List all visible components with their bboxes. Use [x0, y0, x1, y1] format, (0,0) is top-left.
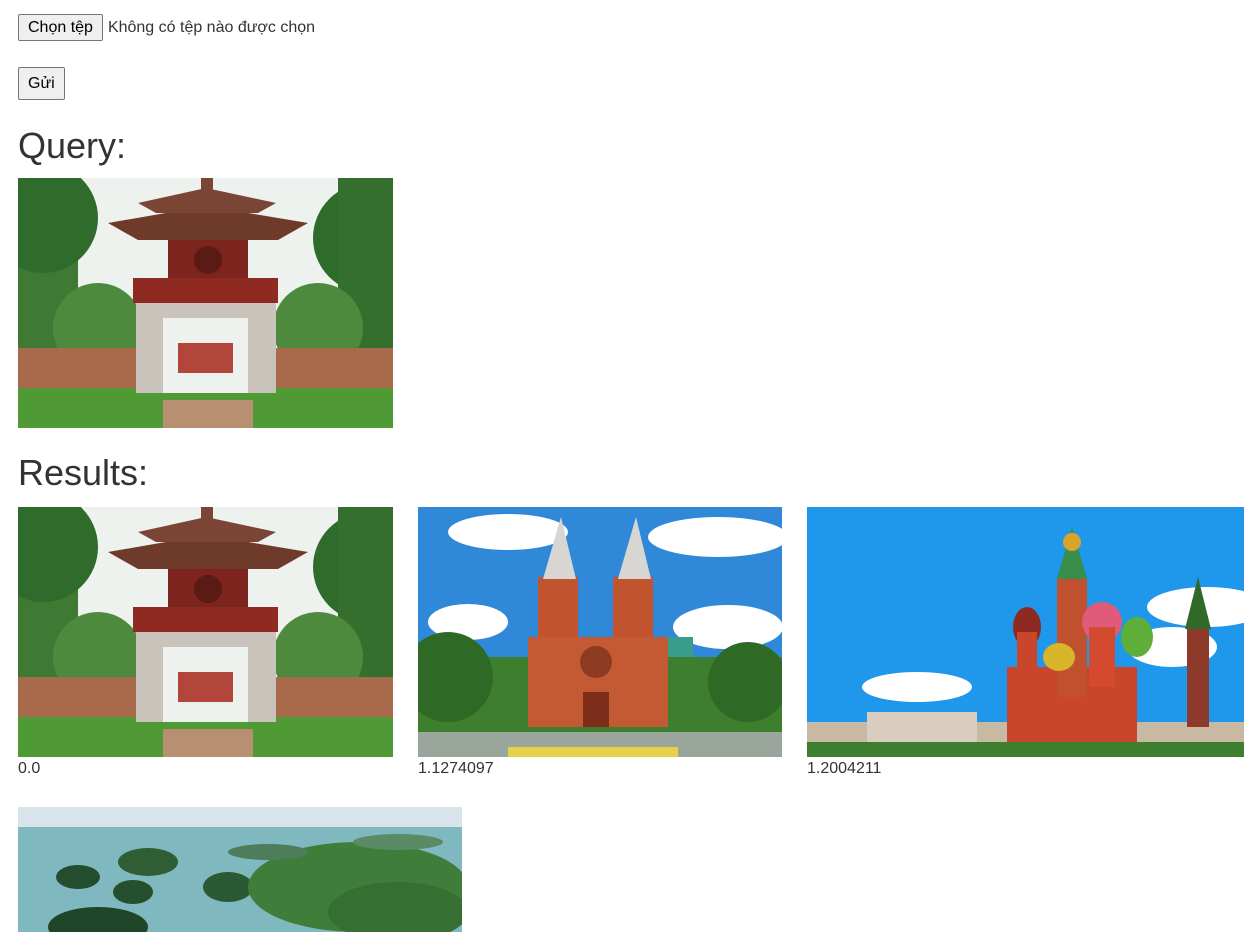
- page: Chọn tệp Không có tệp nào được chọn Gửi …: [18, 0, 1244, 932]
- file-status-text: Không có tệp nào được chọn: [107, 18, 316, 36]
- result-score: 0.0: [18, 760, 41, 777]
- query-heading: Query:: [18, 125, 127, 166]
- result-score: 1.1274097: [418, 760, 494, 777]
- choose-file-button[interactable]: Chọn tệp: [18, 14, 103, 41]
- results-heading: Results:: [18, 452, 149, 493]
- query-image: [18, 178, 393, 428]
- file-upload-row: Chọn tệp Không có tệp nào được chọn: [18, 14, 315, 41]
- result-image: [18, 507, 393, 757]
- submit-button[interactable]: Gửi: [18, 67, 65, 100]
- result-image: [807, 507, 1244, 757]
- result-image: [418, 507, 782, 757]
- result-image: [18, 807, 462, 932]
- result-score: 1.2004211: [807, 760, 882, 777]
